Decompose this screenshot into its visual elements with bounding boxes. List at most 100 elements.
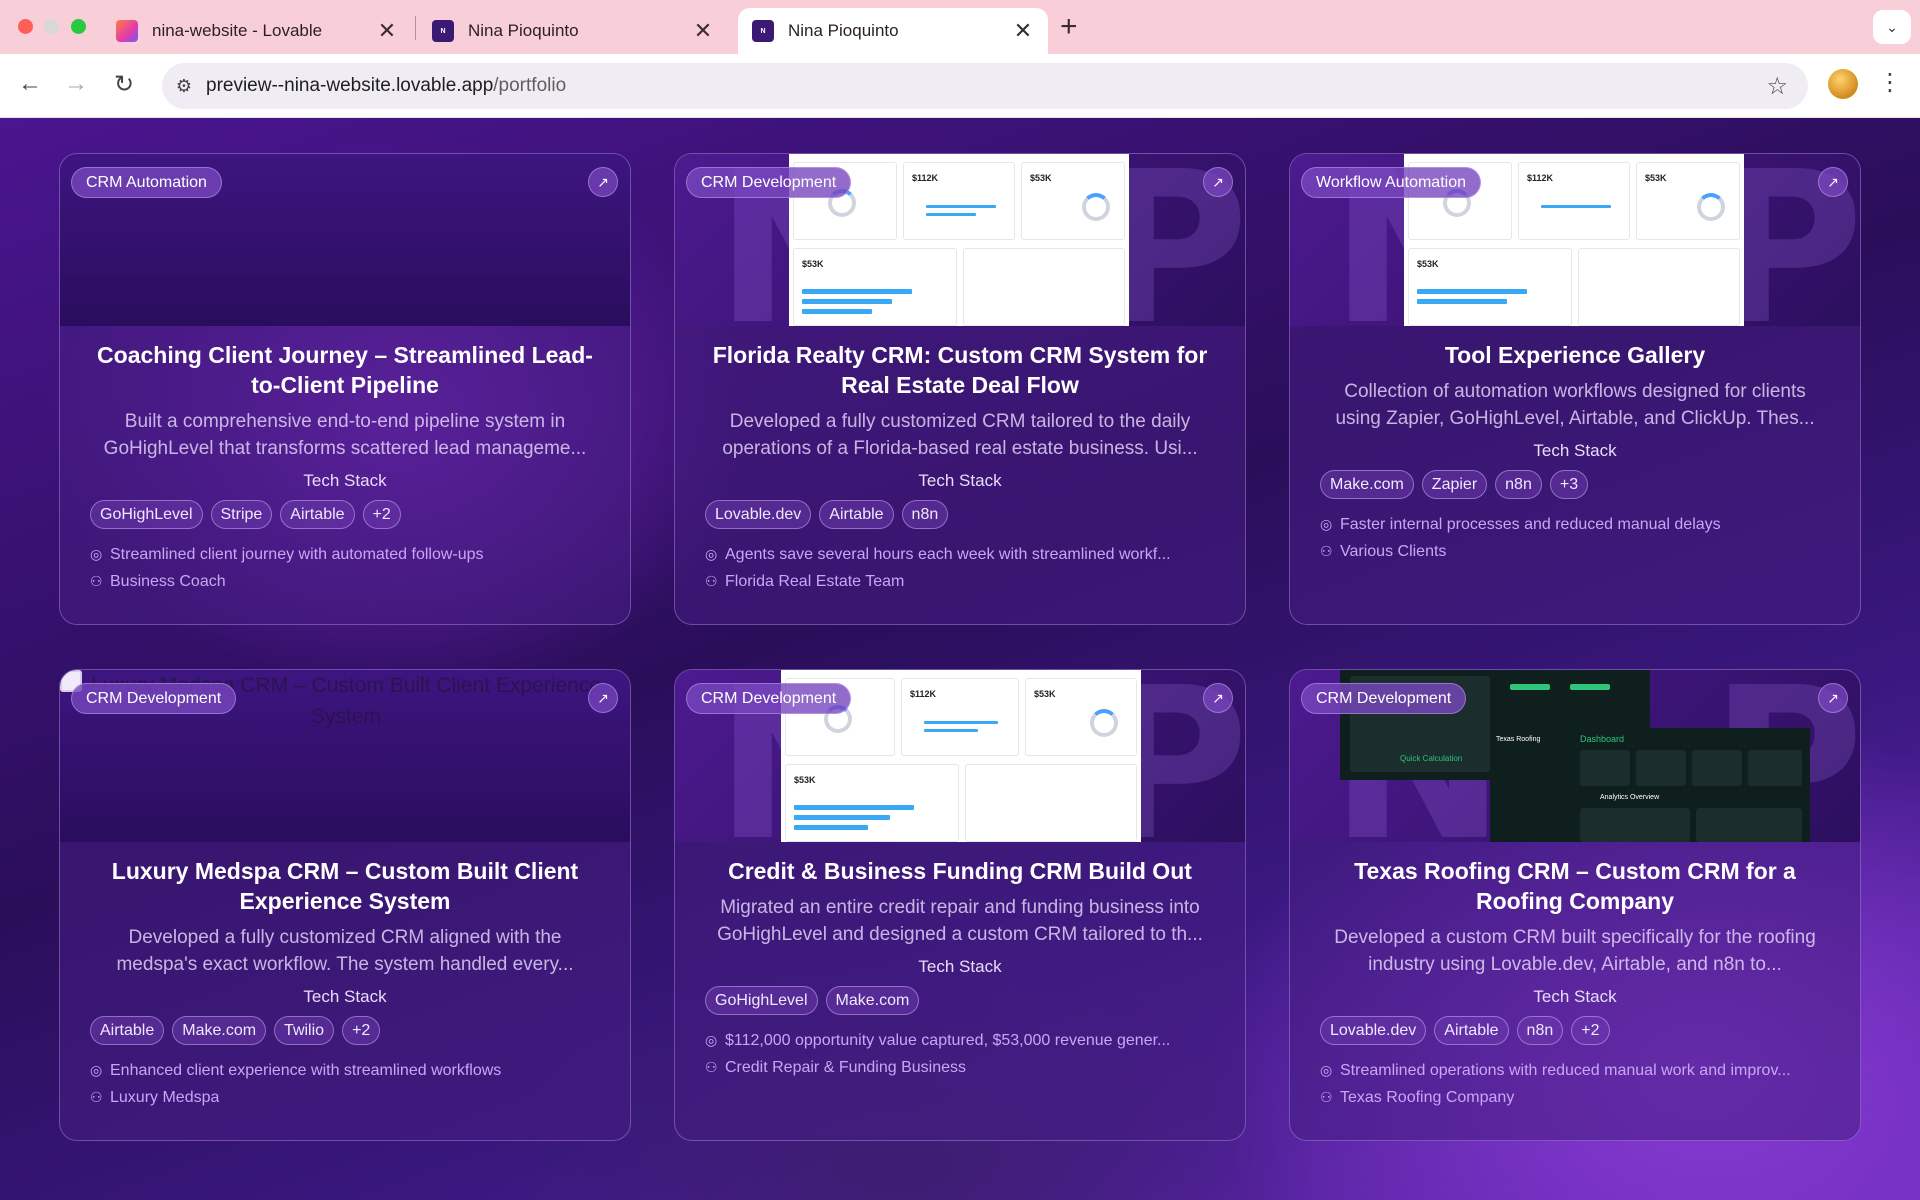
tech-stack-chips: Lovable.dev Airtable n8n +2 [1320,1016,1830,1045]
forward-arrow-icon[interactable]: → [60,70,92,98]
card-meta: ◎ Streamlined client journey with automat… [90,541,600,595]
result-text: Faster internal processes and reduced ma… [1340,516,1721,533]
card-title: Coaching Client Journey – Streamlined Le… [97,342,593,398]
external-link-icon[interactable]: ↗ [1818,167,1848,197]
browser-tab-lovable[interactable]: nina-website - Lovable ✕ [102,8,412,54]
target-icon: ◎ [705,546,718,562]
target-icon: ◎ [90,1062,103,1078]
result-text: $112,000 opportunity value captured, $53… [725,1032,1171,1049]
tech-stack-label: Tech Stack [918,957,1002,976]
opportunity-value: $112K [1527,173,1554,183]
users-icon: ⚇ [705,573,718,589]
maximize-window-button[interactable] [71,19,86,34]
card-body: Texas Roofing CRM – Custom CRM for a Roo… [1320,856,1830,1111]
tech-chip: Airtable [1434,1016,1509,1045]
close-tab-icon[interactable]: ✕ [376,18,398,44]
close-window-button[interactable] [18,19,33,34]
result-row: ◎ $112,000 opportunity value captured, $5… [705,1027,1215,1054]
browser-tab-nina-1[interactable]: N Nina Pioquinto ✕ [418,8,728,54]
portfolio-card[interactable]: N P Quick Calculation Texas Roofing Dash… [1289,669,1861,1141]
portfolio-card[interactable]: N P $112K $53K $53K CRM Development [674,153,1246,625]
tech-chip-more: +3 [1549,470,1589,499]
card-body: Florida Realty CRM: Custom CRM System fo… [705,340,1215,595]
users-icon: ⚇ [90,573,103,589]
result-text: Streamlined operations with reduced manu… [1340,1062,1791,1079]
card-body: Coaching Client Journey – Streamlined Le… [90,340,600,595]
tab-search-chevron-icon[interactable]: ⌄ [1873,10,1911,44]
client-text: Credit Repair & Funding Business [725,1059,967,1076]
tech-chip: n8n [1495,470,1542,499]
client-row: ⚇ Texas Roofing Company [1320,1084,1830,1111]
tech-chip: Airtable [819,500,894,529]
card-title: Luxury Medspa CRM – Custom Built Client … [111,858,579,914]
portfolio-card[interactable]: Luxury Medspa CRM – Custom Built Client … [59,669,631,1141]
result-row: ◎ Agents save several hours each week wit… [705,541,1215,568]
card-description: Developed a custom CRM built specificall… [1334,927,1816,975]
card-description: Developed a fully customized CRM tailore… [722,411,1198,459]
tech-stack-chips: GoHighLevel Stripe Airtable +2 [90,500,600,529]
external-link-icon[interactable]: ↗ [1203,683,1233,713]
card-description: Built a comprehensive end-to-end pipelin… [103,411,587,459]
tech-chip: Make.com [1320,470,1414,499]
back-arrow-icon[interactable]: ← [14,70,46,98]
category-badge: CRM Automation [71,167,222,198]
address-bar[interactable]: ⚙ preview--nina-website.lovable.app/port… [162,63,1808,109]
url-text[interactable]: preview--nina-website.lovable.app/portfo… [206,75,566,97]
external-link-icon[interactable]: ↗ [588,167,618,197]
browser-menu-icon[interactable]: ⋮ [1878,68,1902,97]
card-body: Luxury Medspa CRM – Custom Built Client … [90,856,600,1111]
client-row: ⚇ Various Clients [1320,538,1830,565]
tab-title: Nina Pioquinto [468,21,579,40]
external-link-icon[interactable]: ↗ [588,683,618,713]
nina-logo-icon: N [432,20,454,42]
external-link-icon[interactable]: ↗ [1818,683,1848,713]
card-description: Developed a fully customized CRM aligned… [116,927,574,975]
tech-chip: Airtable [280,500,355,529]
tech-stack-label: Tech Stack [303,471,387,490]
site-settings-icon[interactable]: ⚙ [162,76,206,97]
tech-stack-chips: Lovable.dev Airtable n8n [705,500,1215,529]
tech-chip: Make.com [825,986,920,1015]
bookmark-star-icon[interactable]: ☆ [1766,72,1788,101]
portfolio-card[interactable]: N P $112K $53K $53K Workflow Automat [1289,153,1861,625]
card-body: Credit & Business Funding CRM Build Out … [705,856,1215,1081]
analytics-label: Analytics Overview [1600,794,1660,801]
url-path: /portfolio [493,75,567,96]
tech-chip: n8n [901,500,949,529]
minimize-window-button[interactable] [44,19,59,34]
tech-chip: Zapier [1421,470,1488,499]
card-title: Tool Experience Gallery [1444,342,1706,368]
result-text: Streamlined client journey with automate… [110,546,484,563]
users-icon: ⚇ [1320,543,1333,559]
nina-logo-icon: N [752,20,774,42]
reload-icon[interactable]: ↻ [108,70,140,99]
browser-tab-bar: nina-website - Lovable ✕ N Nina Pioquint… [0,0,1920,54]
funnel-value: $53K [794,775,816,785]
tech-chip: GoHighLevel [90,500,203,529]
card-description: Migrated an entire credit repair and fun… [717,897,1203,945]
users-icon: ⚇ [705,1059,718,1075]
card-description: Collection of automation workflows desig… [1335,381,1815,429]
close-tab-icon[interactable]: ✕ [692,18,714,44]
funnel-value: $53K [1417,259,1439,269]
tech-stack-chips: Make.com Zapier n8n +3 [1320,470,1830,499]
new-tab-icon[interactable]: + [1060,10,1078,44]
client-text: Texas Roofing Company [1340,1089,1515,1106]
browser-tab-nina-active[interactable]: N Nina Pioquinto ✕ [738,8,1048,54]
profile-avatar[interactable] [1828,69,1858,99]
tech-chip-more: +2 [1571,1016,1610,1045]
card-meta: ◎ Enhanced client experience with streaml… [90,1057,600,1111]
card-body: Tool Experience Gallery Collection of au… [1320,340,1830,565]
portfolio-card[interactable]: N P $112K $53K $53K CRM Development [674,669,1246,1141]
tech-chip: Lovable.dev [705,500,812,529]
close-tab-icon[interactable]: ✕ [1012,18,1034,44]
portfolio-card[interactable]: CRM Automation ↗ Coaching Client Journey… [59,153,631,625]
category-badge: CRM Development [1301,683,1467,714]
category-badge: Workflow Automation [1301,167,1481,198]
external-link-icon[interactable]: ↗ [1203,167,1233,197]
result-text: Agents save several hours each week with… [725,546,1171,563]
category-badge: CRM Development [686,683,852,714]
url-host: preview--nina-website.lovable.app [206,75,494,96]
conversion-value: $53K [1034,689,1056,699]
tab-title: nina-website - Lovable [152,21,323,40]
